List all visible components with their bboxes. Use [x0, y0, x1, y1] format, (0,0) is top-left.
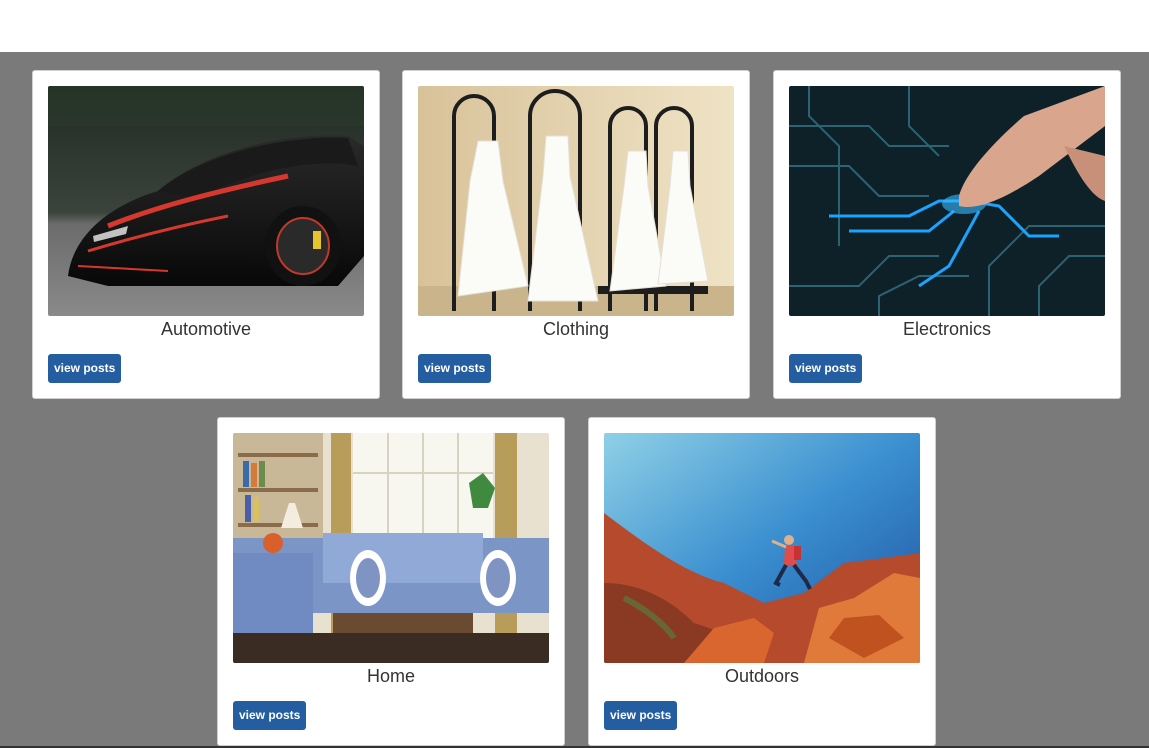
top-bar	[0, 0, 1149, 52]
clothing-image[interactable]	[418, 86, 734, 316]
category-grid: Automotive view posts Clothing view post…	[0, 52, 1149, 748]
category-card-home: Home view posts	[217, 417, 565, 746]
view-posts-button[interactable]: view posts	[789, 354, 863, 383]
view-posts-button[interactable]: view posts	[233, 701, 307, 730]
outdoors-image[interactable]	[604, 433, 920, 663]
category-title: Home	[366, 666, 415, 686]
home-image[interactable]	[233, 433, 549, 663]
view-posts-button[interactable]: view posts	[604, 701, 678, 730]
hiker-jumping-photo	[604, 433, 920, 663]
category-title: Automotive	[160, 319, 252, 339]
view-posts-button[interactable]: view posts	[48, 354, 122, 383]
category-card-outdoors: Outdoors view posts	[588, 417, 936, 746]
sports-car-photo	[48, 86, 364, 316]
category-card-automotive: Automotive view posts	[32, 70, 380, 399]
category-title: Electronics	[902, 319, 992, 339]
circuit-board-photo	[789, 86, 1105, 316]
view-posts-button[interactable]: view posts	[418, 354, 492, 383]
category-card-clothing: Clothing view posts	[402, 70, 750, 399]
category-title: Clothing	[542, 319, 610, 339]
category-card-electronics: Electronics view posts	[773, 70, 1121, 399]
automotive-image[interactable]	[48, 86, 364, 316]
electronics-image[interactable]	[789, 86, 1105, 316]
wedding-dresses-photo	[418, 86, 734, 316]
category-title: Outdoors	[724, 666, 800, 686]
living-room-photo	[233, 433, 549, 663]
